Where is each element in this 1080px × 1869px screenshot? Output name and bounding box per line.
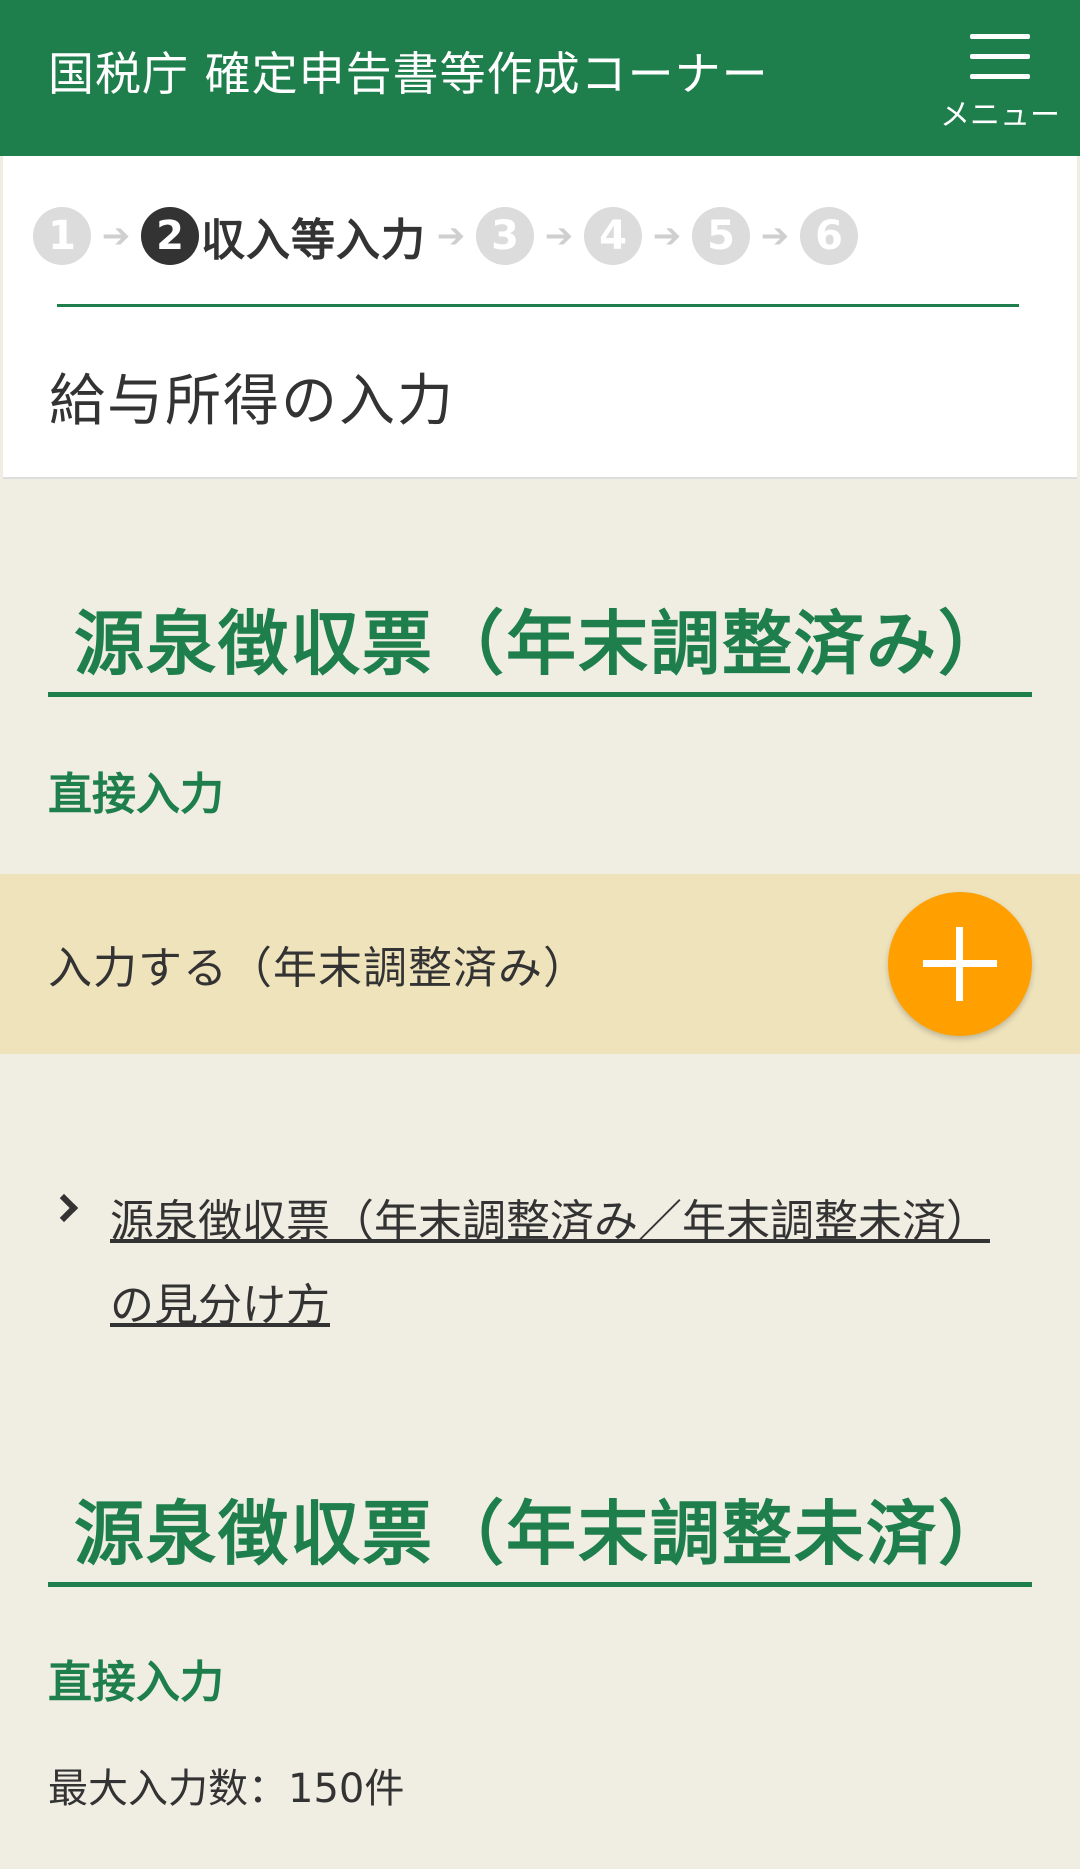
app-header: 国税庁 確定申告書等作成コーナー メニュー xyxy=(0,0,1080,156)
step-arrow-icon: ➔ xyxy=(544,216,574,256)
step-4: 4 xyxy=(584,207,642,265)
step-arrow-icon: ➔ xyxy=(652,216,682,256)
max-input-count: 最大入力数：150件 xyxy=(48,1766,405,1812)
section-rule xyxy=(48,1582,1032,1587)
step-indicator: 1 ➔ 2 収入等入力 ➔ 3 ➔ 4 ➔ 5 ➔ 6 xyxy=(33,206,858,266)
step-arrow-icon: ➔ xyxy=(436,216,466,256)
direct-input-label-2: 直接入力 xyxy=(48,1657,224,1708)
chevron-right-icon xyxy=(49,1193,79,1223)
step-arrow-icon: ➔ xyxy=(101,216,131,256)
step-3: 3 xyxy=(476,207,534,265)
step-6: 6 xyxy=(800,207,858,265)
section-rule xyxy=(48,692,1032,697)
menu-label: メニュー xyxy=(940,98,1060,133)
active-step-label: 収入等入力 xyxy=(201,215,426,266)
step-divider xyxy=(57,304,1019,307)
step-2-active: 2 xyxy=(141,207,199,265)
input-adjusted-label: 入力する（年末調整済み） xyxy=(48,943,588,994)
step-arrow-icon: ➔ xyxy=(760,216,790,256)
withholding-slip-help-link[interactable]: 源泉徴収票（年末調整済み／年末調整未済）の見分け方 xyxy=(110,1180,1010,1348)
section-title-adjusted: 源泉徴収票（年末調整済み） xyxy=(74,603,1010,685)
direct-input-label: 直接入力 xyxy=(48,769,224,820)
section-title-unadjusted: 源泉徴収票（年末調整未済） xyxy=(74,1493,1010,1575)
add-button[interactable] xyxy=(888,892,1032,1036)
step-1: 1 xyxy=(33,207,91,265)
page-title: 給与所得の入力 xyxy=(49,369,455,434)
app-title: 国税庁 確定申告書等作成コーナー xyxy=(48,47,769,101)
input-adjusted-row[interactable]: 入力する（年末調整済み） xyxy=(0,874,1080,1054)
menu-button[interactable]: メニュー xyxy=(920,0,1080,156)
hamburger-icon xyxy=(970,34,1030,94)
step-card: 1 ➔ 2 収入等入力 ➔ 3 ➔ 4 ➔ 5 ➔ 6 給与所得の入力 xyxy=(3,156,1077,479)
step-5: 5 xyxy=(692,207,750,265)
